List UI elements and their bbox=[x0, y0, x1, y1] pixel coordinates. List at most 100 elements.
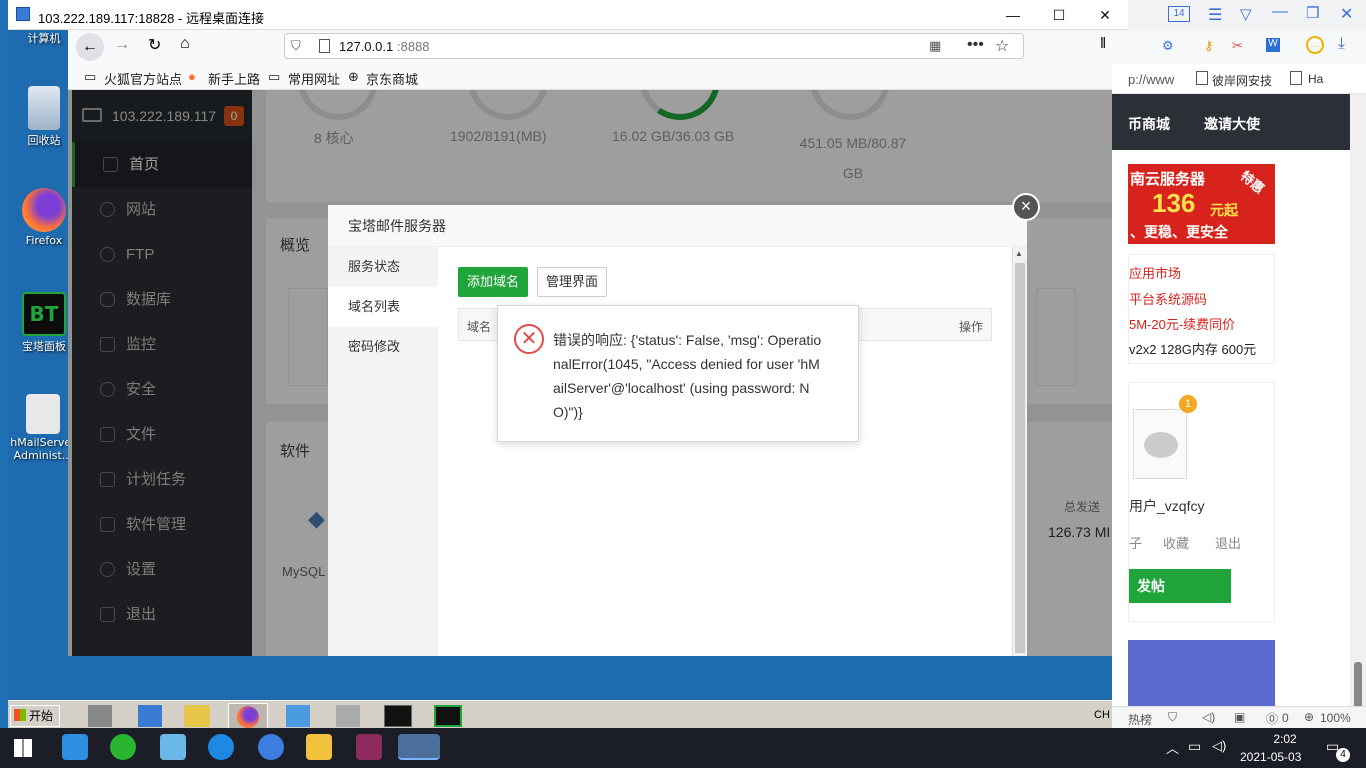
host-tabs: p://www 彼岸网安技 Ha bbox=[1110, 64, 1366, 94]
feishu-icon[interactable] bbox=[62, 734, 88, 760]
desktop-icon-computer[interactable]: 计算机 bbox=[14, 30, 74, 46]
bookmark-item[interactable]: 京东商城 bbox=[366, 69, 418, 88]
forward-button[interactable]: → bbox=[114, 36, 130, 54]
network-icon[interactable]: ▭ bbox=[1188, 738, 1201, 755]
clock-time[interactable]: 2:02 bbox=[1250, 732, 1320, 746]
winrar-icon[interactable] bbox=[356, 734, 382, 760]
home-button[interactable]: ⌂ bbox=[180, 35, 190, 53]
minimize-icon[interactable]: — bbox=[1272, 3, 1288, 21]
hmailserver-taskbar-icon[interactable] bbox=[336, 705, 360, 727]
box-icon[interactable]: ▣ bbox=[1234, 710, 1245, 724]
host-nav-mall[interactable]: 币商城 bbox=[1128, 114, 1170, 134]
notification-badge: 1 bbox=[1179, 395, 1197, 413]
browser-icon[interactable] bbox=[258, 734, 284, 760]
modal-close-button[interactable]: × bbox=[1012, 193, 1040, 221]
host-scrollbar[interactable] bbox=[1350, 94, 1366, 728]
nav-password[interactable]: 密码修改 bbox=[328, 327, 438, 367]
ad-unit: 元起 bbox=[1210, 202, 1238, 218]
adblock-icon[interactable]: ⓪ bbox=[1266, 710, 1278, 727]
host-link[interactable]: 平台系统源码 bbox=[1129, 289, 1207, 308]
rdp-titlebar[interactable]: 103.222.189.117:18828 - 远程桌面连接 — ☐ ✕ bbox=[8, 0, 1128, 30]
col-action: 操作 bbox=[959, 320, 984, 334]
library-icon[interactable]: ‖ bbox=[1100, 35, 1106, 52]
back-button[interactable]: ← bbox=[76, 33, 104, 61]
status-hot[interactable]: 热榜 bbox=[1128, 711, 1152, 728]
close-icon[interactable]: ✕ bbox=[1340, 4, 1353, 24]
reload-button[interactable]: ↻ bbox=[148, 35, 161, 55]
more-icon[interactable]: … bbox=[1306, 36, 1324, 54]
zoom-level[interactable]: 100% bbox=[1320, 711, 1351, 725]
shirt-icon[interactable]: ▽ bbox=[1240, 5, 1252, 23]
language-indicator[interactable]: CH bbox=[1094, 709, 1110, 721]
desktop-icon-recycle-bin[interactable]: 回收站 bbox=[14, 86, 74, 148]
key-icon[interactable]: ⚷ bbox=[1204, 38, 1214, 54]
add-domain-button[interactable]: 添加域名 bbox=[458, 267, 528, 297]
username[interactable]: 用户_vzqfcy bbox=[1129, 496, 1204, 516]
hmailserver-label: hMailServer Administ... bbox=[10, 436, 76, 462]
windows-start-icon[interactable] bbox=[14, 739, 32, 757]
server-manager-icon[interactable] bbox=[88, 705, 112, 727]
error-message: ✕ 错误的响应: {'status': False, 'msg': Operat… bbox=[497, 305, 859, 442]
scroll-thumb[interactable] bbox=[1354, 662, 1362, 712]
extension-icon[interactable]: ⚙ bbox=[1162, 38, 1174, 54]
qrcode-icon[interactable]: ▦ bbox=[929, 38, 941, 54]
bookmark-item[interactable]: 新手上路 bbox=[208, 69, 260, 88]
url-bar[interactable]: ⛉ 127.0.0.1 :8888 ▦ ••• ☆ bbox=[284, 33, 1024, 59]
scroll-thumb[interactable] bbox=[1015, 263, 1025, 653]
host-link[interactable]: 5M-20元-续费同价 bbox=[1129, 314, 1235, 333]
zoom-icon[interactable]: ⊕ bbox=[1304, 710, 1314, 724]
volume-icon[interactable]: ◁) bbox=[1212, 738, 1226, 754]
host-ad-banner[interactable]: 南云服务器 136 元起 、更稳、更安全 特惠 bbox=[1128, 164, 1275, 244]
bookmark-star-icon[interactable]: ☆ bbox=[995, 36, 1009, 56]
download-icon[interactable]: ⤓ bbox=[1338, 35, 1345, 53]
avatar[interactable] bbox=[1133, 409, 1187, 479]
globe-icon: ⊕ bbox=[348, 69, 359, 84]
desktop-icon-bt[interactable]: BT 宝塔面板 bbox=[14, 292, 74, 354]
wechat-icon[interactable] bbox=[110, 734, 136, 760]
host-tab-1[interactable]: 彼岸网安技 bbox=[1212, 72, 1272, 89]
nav-service-status[interactable]: 服务状态 bbox=[328, 247, 438, 287]
user-action-favorites[interactable]: 收藏 bbox=[1163, 533, 1189, 552]
host-link[interactable]: v2x2 128G内存 600元 bbox=[1129, 339, 1256, 358]
tab-count-icon[interactable]: 14 bbox=[1168, 6, 1190, 22]
host-link[interactable]: 应用市场 bbox=[1129, 263, 1181, 282]
start-button[interactable]: 开始 bbox=[10, 705, 60, 727]
chevron-up-icon[interactable]: ︿ bbox=[1166, 738, 1179, 757]
tool-icon[interactable]: ✂ bbox=[1232, 38, 1243, 54]
bookmark-item[interactable]: 火狐官方站点 bbox=[104, 69, 182, 88]
mail-icon[interactable] bbox=[286, 705, 310, 727]
shield-icon[interactable]: ⛉ bbox=[1168, 710, 1177, 725]
remote-desktop-icon[interactable] bbox=[398, 734, 440, 760]
minimize-button[interactable]: — bbox=[990, 0, 1036, 30]
host-nav-invite[interactable]: 邀请大使 bbox=[1204, 114, 1260, 134]
bookmark-item[interactable]: 常用网址 bbox=[288, 69, 340, 88]
cmd-icon[interactable] bbox=[384, 705, 412, 727]
user-action[interactable]: 子 bbox=[1129, 533, 1142, 552]
volume-icon[interactable]: ◁) bbox=[1202, 710, 1215, 724]
host-tab-2[interactable]: Ha bbox=[1308, 72, 1323, 86]
file-explorer-icon[interactable] bbox=[306, 734, 332, 760]
word-icon[interactable]: W bbox=[1266, 38, 1280, 52]
taskbar-firefox[interactable] bbox=[228, 703, 268, 729]
clock-date[interactable]: 2021-05-03 bbox=[1240, 750, 1301, 764]
bt-taskbar-icon[interactable] bbox=[434, 705, 462, 727]
shield-icon[interactable]: ⛉ bbox=[291, 38, 301, 54]
modal-scrollbar[interactable]: ▲ bbox=[1012, 247, 1027, 656]
explorer-icon[interactable] bbox=[184, 705, 210, 727]
powershell-icon[interactable] bbox=[138, 705, 162, 727]
post-button[interactable]: 发帖 bbox=[1129, 569, 1231, 603]
more-icon[interactable]: ••• bbox=[967, 36, 984, 54]
restore-icon[interactable]: ❐ bbox=[1306, 4, 1319, 22]
nav-domain-list[interactable]: 域名列表 bbox=[328, 287, 438, 327]
close-button[interactable]: ✕ bbox=[1082, 0, 1128, 30]
user-action-logout[interactable]: 退出 bbox=[1215, 533, 1241, 552]
menu-icon[interactable]: ☰ bbox=[1208, 5, 1222, 25]
manage-button[interactable]: 管理界面 bbox=[537, 267, 607, 297]
scroll-up-icon[interactable]: ▲ bbox=[1015, 249, 1023, 258]
notepad-icon[interactable] bbox=[160, 734, 186, 760]
desktop-icon-firefox[interactable]: Firefox bbox=[14, 188, 74, 247]
qq-browser-icon[interactable] bbox=[208, 734, 234, 760]
desktop-icon-hmailserver[interactable]: hMailServer Administ... bbox=[10, 394, 76, 462]
recycle-bin-icon bbox=[28, 86, 60, 130]
maximize-button[interactable]: ☐ bbox=[1036, 0, 1082, 30]
